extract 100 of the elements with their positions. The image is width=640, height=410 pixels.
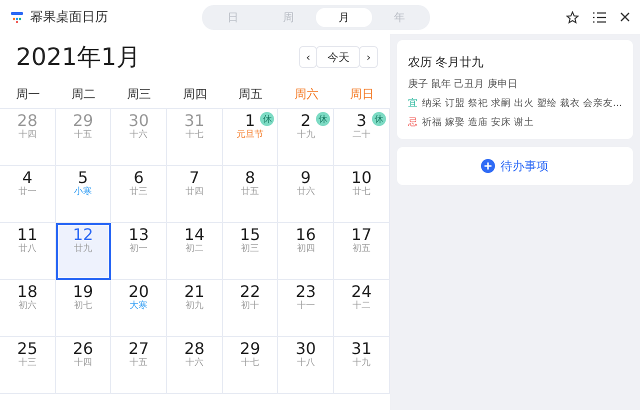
day-cell[interactable]: 26 十四 (56, 337, 112, 394)
day-cell[interactable]: 9 廿六 (278, 166, 334, 223)
day-cell[interactable]: 8 廿五 (222, 166, 278, 223)
day-cell[interactable]: 23 十一 (278, 280, 334, 337)
day-number: 5 (78, 169, 88, 187)
lunar-date: 元旦节 (236, 130, 264, 141)
day-cell[interactable]: 7 廿四 (167, 166, 223, 223)
day-cell[interactable]: 14 初二 (167, 223, 223, 280)
day-number: 18 (17, 283, 38, 301)
app-title: 幂果桌面日历 (30, 9, 109, 26)
lunar-date: 廿九 (74, 244, 92, 255)
day-cell[interactable]: 15 初三 (222, 223, 278, 280)
holiday-badge: 休 (260, 112, 274, 126)
day-number: 14 (184, 226, 205, 244)
almanac-mark: 宜 (408, 97, 418, 110)
today-button[interactable]: 今天 (316, 46, 360, 68)
day-number: 20 (128, 283, 149, 301)
almanac-items: 祈福 嫁娶 造庙 安床 谢土 (422, 116, 534, 129)
lunar-date: 十九 (296, 130, 315, 141)
day-number: 6 (134, 169, 144, 187)
lunar-date: 十七 (241, 358, 260, 369)
almanac-items: 纳采 订盟 祭祀 求嗣 出火 塑绘 裁衣 会亲友... (422, 97, 622, 110)
day-number: 11 (17, 226, 38, 244)
day-number: 21 (184, 283, 205, 301)
weekday-label: 周六 (293, 86, 320, 102)
day-number: 16 (296, 226, 316, 244)
lunar-date: 十四 (18, 130, 36, 141)
day-number: 9 (300, 169, 311, 187)
day-number: 29 (240, 340, 260, 358)
lunar-date: 十一 (296, 301, 315, 312)
day-number: 28 (184, 340, 205, 358)
day-cell[interactable]: 12 廿九 (56, 223, 112, 280)
day-number: 26 (72, 340, 94, 358)
lunar-date: 十四 (74, 358, 92, 369)
weekday-label: 周五 (238, 86, 264, 102)
day-cell[interactable]: 29 十七 (222, 337, 278, 394)
next-month-button[interactable]: › (359, 46, 378, 68)
holiday-badge: 休 (372, 112, 386, 126)
day-number: 10 (351, 169, 372, 187)
day-cell[interactable]: 1 休 元旦节 (222, 109, 278, 166)
day-number: 22 (240, 283, 260, 301)
day-cell[interactable]: 20 大寒 (111, 280, 168, 337)
list-icon[interactable] (593, 12, 606, 22)
day-cell[interactable]: 19 初七 (56, 280, 112, 337)
day-cell[interactable]: 30 十八 (278, 337, 334, 394)
day-cell[interactable]: 21 初九 (167, 280, 223, 337)
day-cell[interactable]: 2 休 十九 (278, 109, 334, 166)
star-icon[interactable] (566, 10, 579, 24)
view-tab[interactable]: 月 (316, 8, 372, 26)
lunar-date: 廿四 (185, 187, 204, 198)
weekday-label: 周三 (126, 86, 152, 102)
day-number: 28 (17, 112, 38, 130)
day-cell[interactable]: 28 十六 (167, 337, 223, 394)
day-number: 30 (128, 112, 149, 130)
weekday-label: 周四 (182, 86, 208, 102)
day-number: 3 (356, 112, 367, 130)
previous-month-button[interactable]: ‹ (298, 46, 318, 68)
lunar-date: 十二 (352, 301, 370, 312)
day-number: 24 (351, 283, 372, 301)
lunar-date: 小寒 (74, 187, 92, 198)
lunar-date: 十八 (296, 358, 315, 369)
day-number: 30 (296, 340, 316, 358)
day-number: 12 (72, 226, 94, 244)
lunar-date-title: 农历 冬月廿九 (408, 54, 485, 71)
lunar-date: 十七 (185, 130, 204, 141)
lunar-date: 十六 (130, 130, 148, 141)
lunar-date: 大寒 (130, 301, 148, 312)
day-cell[interactable]: 27 十五 (111, 337, 168, 394)
lunar-date: 初三 (241, 244, 260, 255)
almanac-mark: 忌 (408, 116, 418, 129)
lunar-date: 十五 (74, 130, 92, 141)
plus-icon (481, 159, 496, 173)
lunar-date: 二十 (352, 130, 370, 141)
lunar-date: 初五 (352, 244, 370, 255)
lunar-date: 初四 (296, 244, 315, 255)
lunar-date: 初一 (130, 244, 148, 255)
day-number: 27 (128, 340, 149, 358)
day-cell[interactable]: 18 初六 (0, 280, 56, 337)
holiday-badge: 休 (316, 112, 330, 126)
day-number: 19 (72, 283, 94, 301)
day-number: 31 (184, 112, 205, 130)
day-cell[interactable]: 25 十三 (0, 337, 56, 394)
day-cell[interactable]: 4 廿一 (0, 166, 56, 223)
day-number: 13 (128, 226, 149, 244)
lunar-date: 廿六 (296, 187, 315, 198)
day-cell[interactable]: 22 初十 (222, 280, 278, 337)
lunar-date: 十六 (185, 358, 204, 369)
day-number: 23 (296, 283, 316, 301)
day-cell[interactable]: 16 初四 (278, 223, 334, 280)
day-number: 7 (189, 169, 200, 187)
day-cell[interactable]: 13 初一 (111, 223, 168, 280)
lunar-date: 初二 (185, 244, 204, 255)
close-icon[interactable] (620, 12, 630, 22)
day-number: 25 (17, 340, 38, 358)
todo-button[interactable]: 待办事项 (396, 147, 633, 185)
day-number: 31 (351, 340, 372, 358)
lunar-date: 初七 (74, 301, 92, 312)
weekday-label: 周二 (70, 86, 97, 102)
day-cell[interactable]: 6 廿三 (111, 166, 168, 223)
lunar-date: 廿八 (18, 244, 36, 255)
